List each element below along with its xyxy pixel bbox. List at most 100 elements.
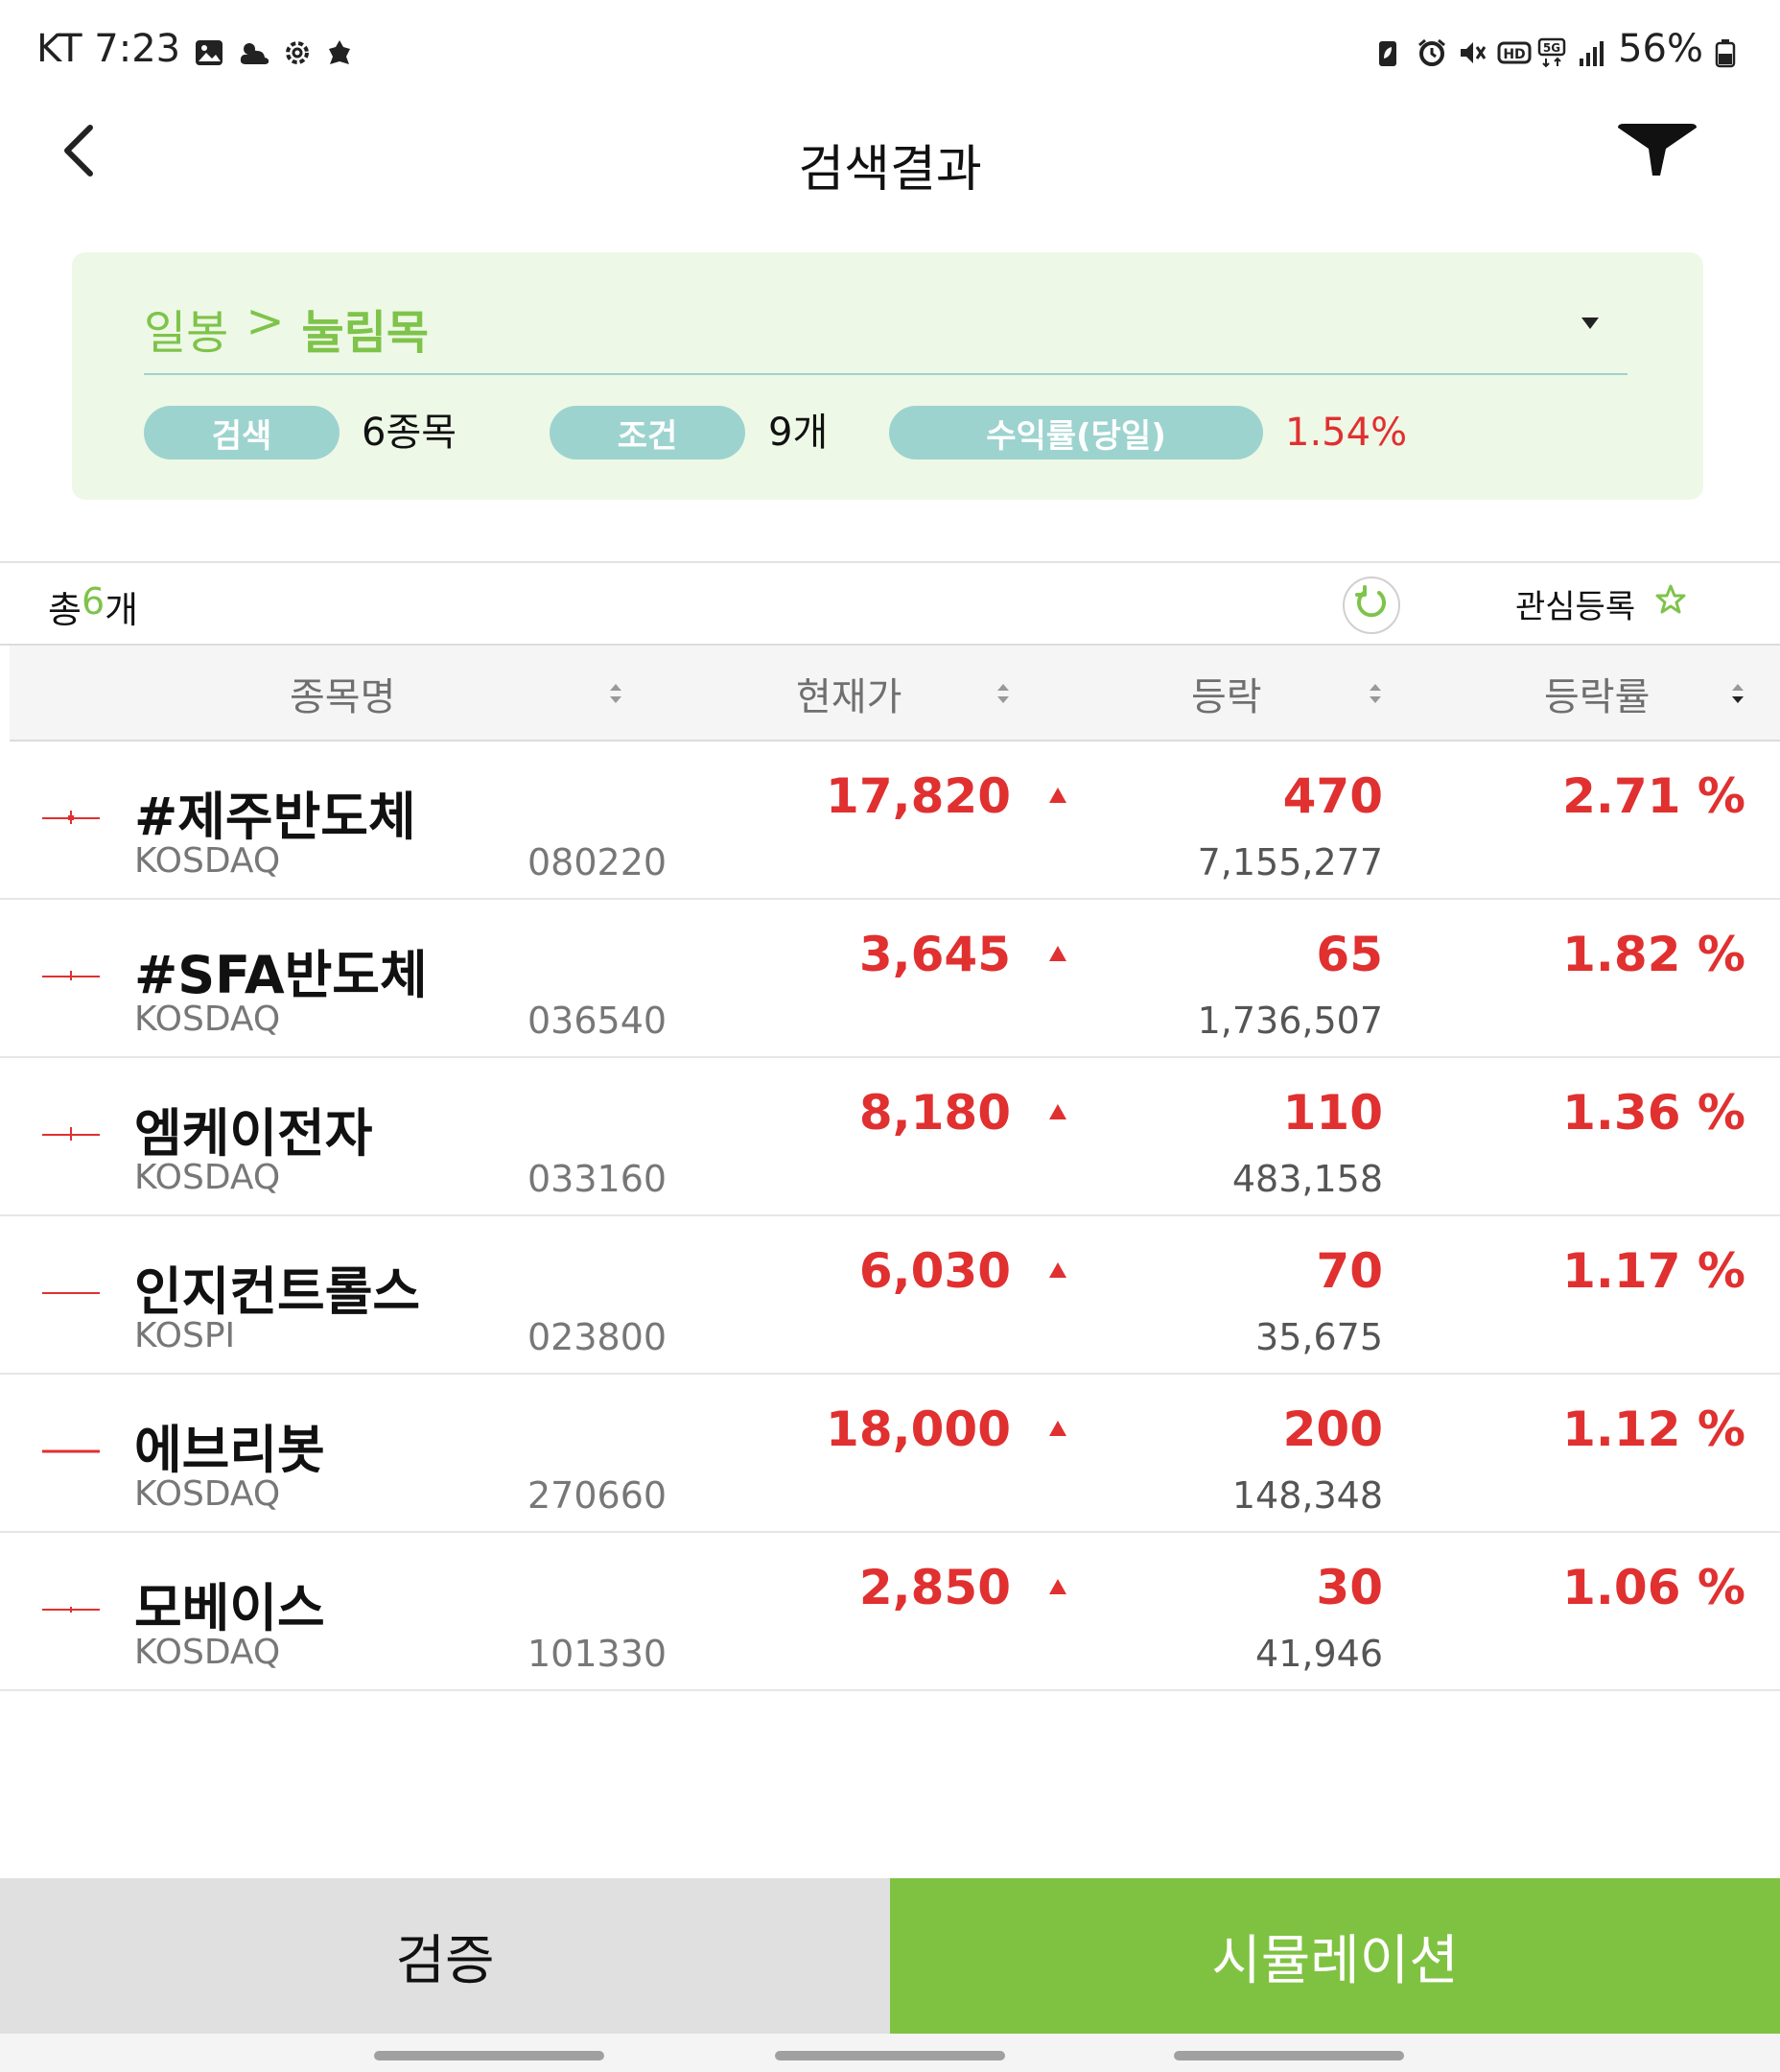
- svg-text:HD: HD: [1503, 47, 1525, 62]
- condition-dropdown-button[interactable]: [1571, 306, 1609, 344]
- change-rate: 1.82 %: [1562, 927, 1745, 982]
- current-price: 2,850: [858, 1560, 1011, 1615]
- stock-market: KOSDAQ: [134, 1474, 281, 1514]
- mute-icon: [1457, 34, 1487, 64]
- condition-count-pill: 조건: [550, 406, 745, 459]
- change-rate: 1.36 %: [1562, 1085, 1745, 1141]
- col-rate-header[interactable]: 등락률: [1544, 646, 1650, 742]
- nav-back-button[interactable]: [1174, 2051, 1404, 2060]
- trade-volume: 7,155,277: [1197, 841, 1383, 883]
- change-rate: 2.71 %: [1562, 768, 1745, 824]
- total-suffix: 개: [105, 589, 139, 631]
- mini-candle-icon: [42, 1282, 100, 1301]
- table-row[interactable]: #SFA반도체 KOSDAQ 036540 3,645 65 1,736,507…: [0, 900, 1780, 1058]
- price-change: 200: [1282, 1401, 1383, 1457]
- star-outline-icon: [1654, 583, 1687, 624]
- current-price: 18,000: [826, 1401, 1011, 1457]
- current-price: 8,180: [858, 1085, 1011, 1141]
- triangle-down-icon: [1580, 316, 1601, 335]
- trade-volume: 483,158: [1231, 1158, 1383, 1200]
- refresh-button[interactable]: [1343, 577, 1400, 634]
- refresh-icon: [1352, 584, 1391, 626]
- condition-path[interactable]: 일봉 > 눌림목: [144, 294, 429, 362]
- battery-saver-icon: [1376, 34, 1405, 66]
- stock-name: 에브리봇: [134, 1420, 325, 1480]
- up-triangle-icon: [1047, 1577, 1068, 1596]
- condition-path-prefix: 일봉: [144, 306, 229, 360]
- price-change: 110: [1282, 1085, 1383, 1141]
- carrier-time: KT 7:23: [36, 27, 181, 71]
- trade-volume: 35,675: [1255, 1316, 1383, 1358]
- condition-divider: [144, 373, 1628, 375]
- total-prefix: 총: [48, 589, 82, 631]
- battery-icon: [1715, 34, 1744, 68]
- col-change-header[interactable]: 등락: [1191, 646, 1262, 742]
- nav-home-button[interactable]: [775, 2051, 1005, 2060]
- table-row[interactable]: 엠케이전자 KOSDAQ 033160 8,180 110 483,158 1.…: [0, 1058, 1780, 1216]
- column-header: 종목명 현재가 등락 등락률: [10, 646, 1780, 742]
- mini-candle-icon: [42, 1598, 100, 1617]
- table-row[interactable]: 에브리봇 KOSDAQ 270660 18,000 200 148,348 1.…: [0, 1375, 1780, 1533]
- stock-code: 270660: [527, 1474, 668, 1517]
- col-price-header[interactable]: 현재가: [796, 646, 902, 742]
- current-price: 3,645: [858, 927, 1011, 982]
- current-price: 6,030: [858, 1243, 1011, 1299]
- col-name-header[interactable]: 종목명: [290, 646, 395, 742]
- signal-icon: [1578, 34, 1606, 66]
- price-change: 70: [1316, 1243, 1383, 1299]
- svg-text:5G: 5G: [1543, 41, 1560, 55]
- mini-candle-icon: [42, 807, 100, 826]
- search-count-value: 6종목: [362, 411, 457, 455]
- stock-code: 036540: [527, 1000, 668, 1042]
- stock-market: KOSPI: [134, 1316, 236, 1355]
- up-triangle-icon: [1047, 1102, 1068, 1121]
- price-change: 470: [1282, 768, 1383, 824]
- table-row[interactable]: #제주반도체 KOSDAQ 080220 17,820 470 7,155,27…: [0, 742, 1780, 900]
- up-triangle-icon: [1047, 786, 1068, 805]
- condition-path-name: 눌림목: [301, 306, 430, 360]
- condition-path-separator: >: [246, 294, 285, 348]
- total-count: 총 6 개: [48, 580, 138, 633]
- stock-market: KOSDAQ: [134, 1000, 281, 1039]
- mini-candle-icon: [42, 1440, 100, 1459]
- stock-name: 엠케이전자: [134, 1103, 373, 1164]
- current-price: 17,820: [826, 768, 1011, 824]
- funnel-filter-icon: [1616, 122, 1698, 183]
- col-change-label: 등락: [1191, 675, 1262, 719]
- stock-market: KOSDAQ: [134, 1633, 281, 1672]
- add-to-watchlist-button[interactable]: 관심등록: [1515, 580, 1687, 627]
- change-rate: 1.12 %: [1562, 1401, 1745, 1457]
- nav-recents-button[interactable]: [374, 2051, 604, 2060]
- battery-percent: 56%: [1618, 27, 1703, 71]
- stock-name: 모베이스: [134, 1578, 325, 1638]
- trade-volume: 41,946: [1255, 1633, 1383, 1675]
- table-row[interactable]: 인지컨트롤스 KOSPI 023800 6,030 70 35,675 1.17…: [0, 1216, 1780, 1375]
- col-rate-label: 등락률: [1544, 675, 1651, 719]
- change-rate: 1.17 %: [1562, 1243, 1745, 1299]
- sort-desc-icon[interactable]: [1728, 678, 1747, 709]
- stock-name: #제주반도체: [134, 787, 416, 847]
- sort-icon[interactable]: [994, 678, 1013, 709]
- simulation-button[interactable]: 시뮬레이션: [890, 1878, 1780, 2034]
- mini-candle-icon: [42, 1123, 100, 1142]
- table-row[interactable]: 모베이스 KOSDAQ 101330 2,850 30 41,946 1.06 …: [0, 1533, 1780, 1691]
- stock-name: #SFA반도체: [134, 945, 428, 1005]
- hd-voice-icon: HD: [1497, 34, 1532, 64]
- filter-button[interactable]: [1611, 109, 1703, 196]
- trade-volume: 148,348: [1231, 1474, 1383, 1517]
- status-left: KT 7:23: [36, 27, 357, 71]
- stock-code: 023800: [527, 1316, 668, 1358]
- app-header: 검색결과: [0, 96, 1780, 240]
- col-name-label: 종목명: [290, 675, 396, 719]
- alarm-icon: [1417, 34, 1446, 66]
- sort-icon[interactable]: [1366, 678, 1385, 709]
- verify-button[interactable]: 검증: [0, 1878, 890, 2034]
- stock-code: 033160: [527, 1158, 668, 1200]
- 5g-icon: 5G: [1537, 34, 1566, 68]
- total-number: 6: [81, 580, 105, 623]
- return-rate-value: 1.54%: [1285, 411, 1408, 455]
- status-right: HD 5G 56%: [1376, 27, 1744, 71]
- condition-count-value: 9개: [768, 411, 829, 455]
- col-price-label: 현재가: [796, 675, 902, 719]
- sort-icon[interactable]: [606, 678, 625, 709]
